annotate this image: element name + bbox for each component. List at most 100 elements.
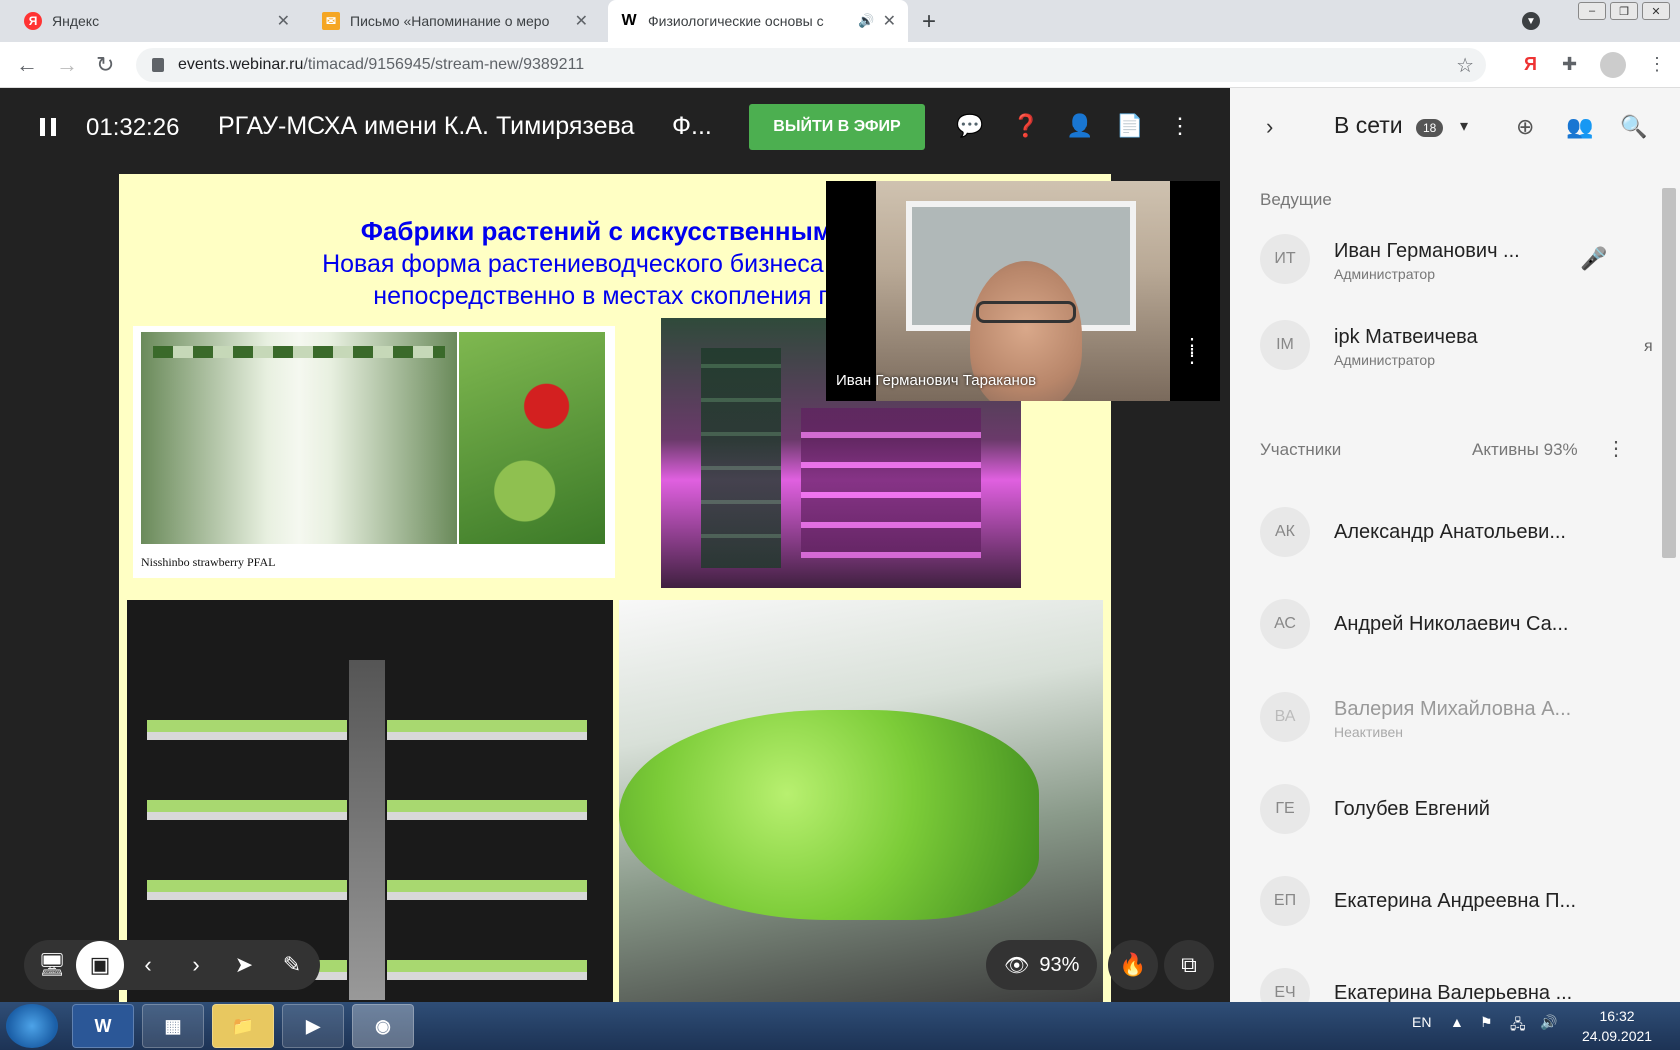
dropdown-caret-icon[interactable]: ▾	[1460, 116, 1468, 136]
maximize-button[interactable]: ❐	[1610, 2, 1638, 20]
back-icon[interactable]: ←	[16, 52, 38, 78]
url-host: events.webinar.ru	[178, 56, 304, 73]
host-item[interactable]: ИТ Иван Германович ... Администратор 🎤	[1260, 234, 1660, 294]
screen-share-icon[interactable]: 🖥	[28, 941, 76, 989]
profile-avatar-icon[interactable]	[1600, 52, 1626, 78]
stream-timer: 01:32:26	[86, 114, 180, 141]
tab-yandex[interactable]: Я Яндекс ✕	[12, 0, 302, 42]
strawberry-farm-photo: Nisshinbo strawberry PFAL	[133, 326, 615, 578]
close-icon[interactable]: ✕	[575, 11, 588, 31]
clock-time: 16:32	[1599, 1008, 1635, 1024]
network-icon[interactable]: 🖧	[1510, 1014, 1526, 1038]
tray-expand-icon[interactable]: ▲	[1450, 1014, 1464, 1030]
participant-role: Администратор	[1334, 352, 1436, 368]
forward-icon[interactable]: →	[56, 52, 78, 78]
system-clock[interactable]: 16:32 24.09.2021	[1582, 1006, 1652, 1046]
speaker-camera[interactable]: Иван Германович Тараканов ⋮ ⋮	[826, 181, 1220, 401]
start-button[interactable]	[6, 1004, 58, 1048]
person-icon[interactable]: 👤	[1066, 112, 1094, 140]
chrome-menu-icon[interactable]: ⋮	[1648, 54, 1666, 75]
speaker-icon[interactable]: 🔊	[858, 13, 874, 29]
online-count-badge: 18	[1416, 119, 1444, 137]
media-player-taskbar-icon[interactable]: ▶	[282, 1004, 344, 1048]
picture-in-picture-icon[interactable]: ⧉	[1164, 940, 1214, 990]
url-field[interactable]: events.webinar.ru /timacad/9156945/strea…	[136, 48, 1486, 82]
pointer-icon[interactable]: ➤	[220, 941, 268, 989]
add-icon[interactable]: ⊕	[1516, 114, 1534, 140]
extensions-puzzle-icon[interactable]: ✚	[1562, 54, 1577, 75]
participant-item[interactable]: ГЕ Голубев Евгений	[1260, 784, 1660, 844]
self-tag: я	[1644, 338, 1653, 355]
close-window-button[interactable]: ✕	[1642, 2, 1670, 20]
browser-tabbar: Я Яндекс ✕ ✉ Письмо «Напоминание о меро …	[0, 0, 1680, 42]
eye-icon: 👁	[1004, 954, 1030, 977]
viewers-indicator: 👁 93%	[986, 940, 1098, 990]
participant-item[interactable]: АС Андрей Николаевич Са...	[1260, 599, 1660, 659]
online-label: В сети	[1334, 112, 1403, 138]
presentation-mode-icon[interactable]: ▣	[76, 941, 124, 989]
yandex-extension-icon[interactable]: Я	[1524, 54, 1537, 75]
avatar: ИТ	[1260, 234, 1310, 284]
event-title: РГАУ-МСХА имени К.А. Тимирязева	[218, 112, 635, 140]
participant-name: Иван Германович ...	[1334, 240, 1520, 262]
presentation-controls: 🖥 ▣ ‹ › ➤ ✎	[24, 940, 320, 990]
active-percent-label: Активны 93%	[1472, 440, 1578, 459]
flame-icon[interactable]: 🔥	[1108, 940, 1158, 990]
lock-icon	[152, 58, 164, 72]
next-slide-icon[interactable]: ›	[172, 941, 220, 989]
tab-mail[interactable]: ✉ Письмо «Напоминание о меро ✕	[310, 0, 600, 42]
tab-label: Физиологические основы с	[648, 13, 824, 29]
bookmark-star-icon[interactable]: ☆	[1456, 53, 1474, 78]
hosts-section-label: Ведущие	[1260, 190, 1332, 209]
viewers-percent: 93%	[1039, 953, 1080, 976]
participant-item[interactable]: АК Александр Анатольеви...	[1260, 507, 1660, 567]
question-icon[interactable]: ❓	[1012, 112, 1040, 140]
tab-search-icon[interactable]: ▼	[1522, 12, 1540, 30]
yandex-icon: Я	[24, 12, 42, 30]
participant-name: Валерия Михайловна А...	[1334, 698, 1572, 720]
avatar: ГЕ	[1260, 784, 1310, 834]
participants-menu-icon[interactable]: ⋮	[1606, 436, 1626, 461]
participants-sidebar: › В сети 18 ▾ ⊕ 👥 🔍 Ведущие ИТ Иван Герм…	[1230, 88, 1680, 1018]
spreadsheet-taskbar-icon[interactable]: ▦	[142, 1004, 204, 1048]
previous-slide-icon[interactable]: ‹	[124, 941, 172, 989]
brush-icon[interactable]: ✎	[268, 941, 316, 989]
new-tab-button[interactable]: +	[922, 8, 936, 36]
close-icon[interactable]: ✕	[277, 11, 290, 31]
go-on-air-button[interactable]: ВЫЙТИ В ЭФИР	[749, 104, 925, 150]
chat-icon[interactable]: 💬	[956, 112, 984, 140]
mail-icon: ✉	[322, 12, 340, 30]
close-icon[interactable]: ✕	[883, 11, 896, 31]
tab-webinar[interactable]: W Физиологические основы с 🔊 ✕	[608, 0, 908, 42]
speaker-video	[876, 181, 1170, 401]
explorer-folder-taskbar-icon[interactable]: 📁	[212, 1004, 274, 1048]
group-icon[interactable]: 👥	[1566, 114, 1593, 140]
camera-menu-icon[interactable]: ⋮ ⋮	[1182, 336, 1202, 366]
address-bar: ← → ↻ events.webinar.ru /timacad/9156945…	[0, 42, 1680, 88]
participant-name: ipk Матвеичева	[1334, 326, 1478, 348]
word-taskbar-icon[interactable]: W	[72, 1004, 134, 1048]
participant-item[interactable]: ВА Валерия Михайловна А... Неактивен	[1260, 692, 1660, 752]
participant-status: Неактивен	[1334, 724, 1403, 740]
participant-name: Голубев Евгений	[1334, 798, 1490, 820]
sidebar-scrollbar[interactable]	[1662, 188, 1676, 558]
language-indicator[interactable]: EN	[1412, 1014, 1431, 1030]
avatar: АК	[1260, 507, 1310, 557]
participant-name: Александр Анатольеви...	[1334, 521, 1566, 543]
microphone-icon[interactable]: 🎤	[1580, 246, 1607, 272]
volume-icon[interactable]: 🔊	[1540, 1014, 1557, 1031]
document-icon[interactable]: 📄	[1116, 112, 1144, 140]
speaker-name: Иван Германович Тараканов	[836, 372, 1037, 389]
search-icon[interactable]: 🔍	[1620, 114, 1647, 140]
avatar: IM	[1260, 320, 1310, 370]
pause-icon[interactable]	[40, 118, 56, 136]
participant-item[interactable]: ЕП Екатерина Андреевна П...	[1260, 876, 1660, 936]
collapse-sidebar-icon[interactable]: ›	[1266, 114, 1273, 140]
more-menu-icon[interactable]: ⋮	[1166, 112, 1194, 140]
reload-icon[interactable]: ↻	[96, 52, 114, 78]
participant-name: Екатерина Андреевна П...	[1334, 890, 1577, 912]
host-item[interactable]: IM ipk Матвеичева Администратор я	[1260, 320, 1660, 380]
action-center-icon[interactable]: ⚑	[1480, 1014, 1493, 1031]
minimize-button[interactable]: –	[1578, 2, 1606, 20]
chrome-taskbar-icon[interactable]: ◉	[352, 1004, 414, 1048]
